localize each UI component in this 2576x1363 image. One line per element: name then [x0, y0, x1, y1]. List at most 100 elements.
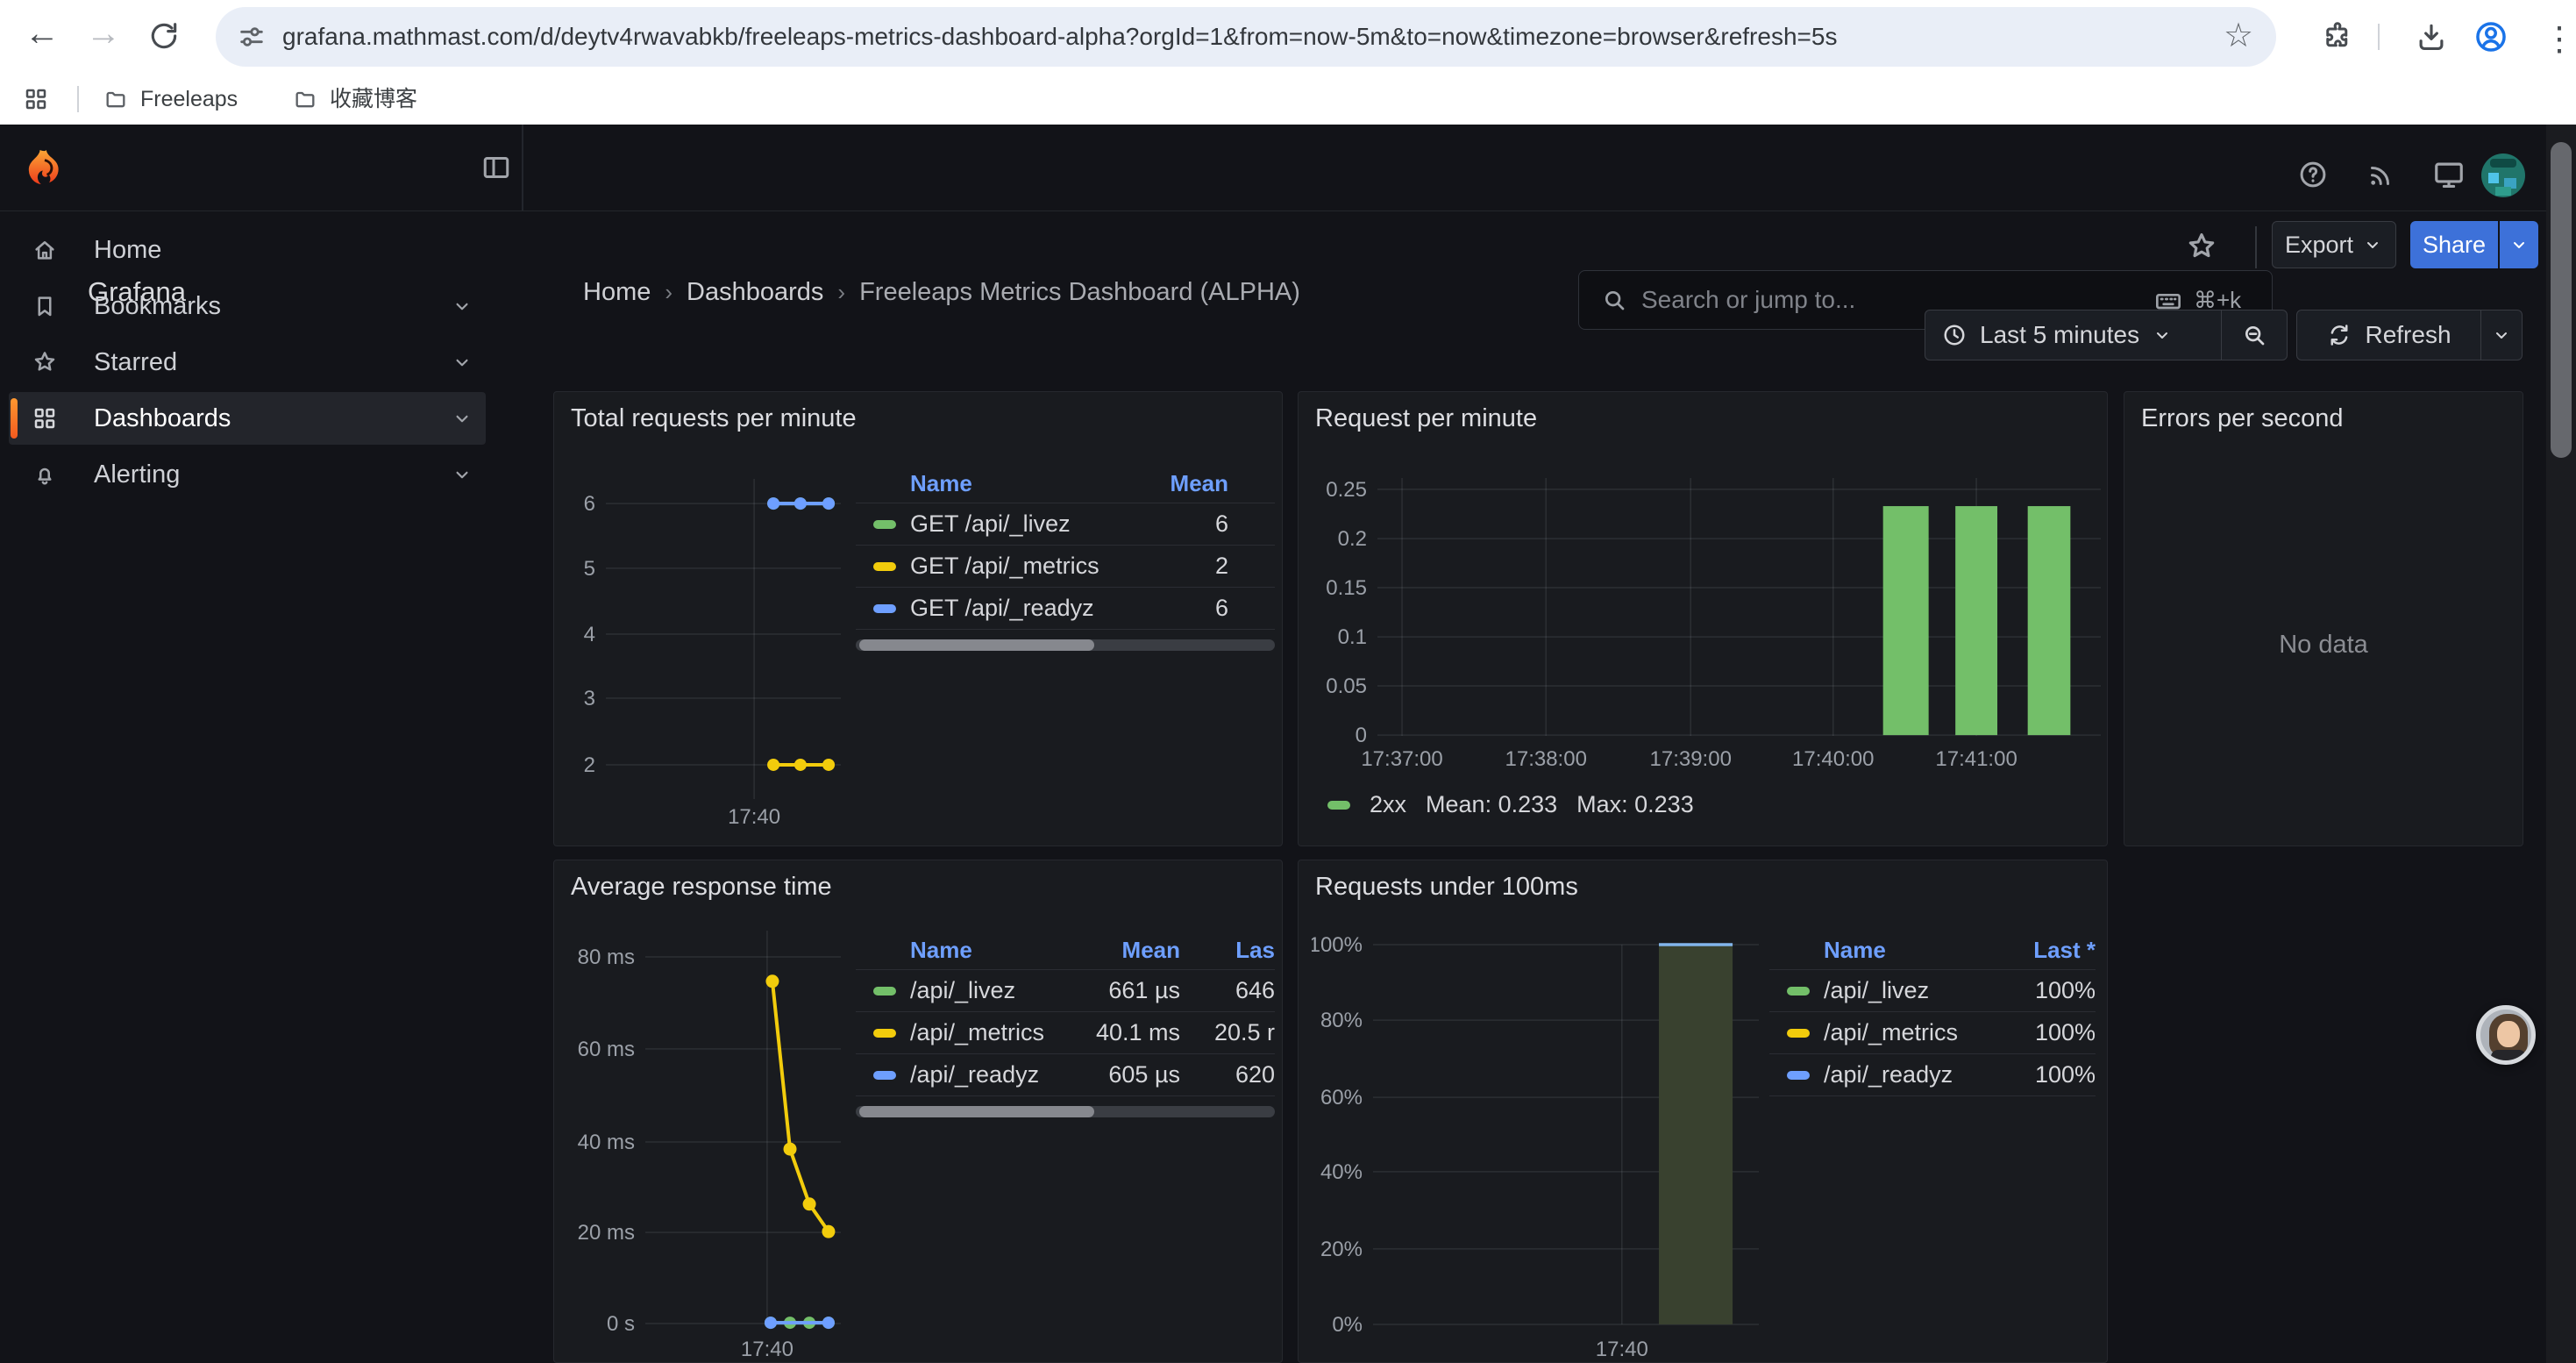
series-color-dash	[873, 604, 896, 613]
series-name[interactable]: /api/_metrics	[910, 1019, 1057, 1046]
legend-row[interactable]: /api/_metrics 100%	[1769, 1012, 2096, 1054]
svg-text:6: 6	[584, 492, 595, 516]
bookmark-folder-blogs[interactable]: 收藏博客	[293, 74, 417, 125]
kiosk-monitor-icon[interactable]	[2432, 158, 2466, 191]
chevron-down-icon[interactable]	[451, 295, 473, 318]
sidebar-item-home[interactable]: Home	[9, 224, 486, 276]
legend-row[interactable]: GET /api/_readyz 6	[856, 588, 1275, 630]
legend-scrollbar[interactable]	[856, 1106, 1275, 1117]
sidebar-item-dashboards[interactable]: Dashboards	[9, 392, 486, 445]
panel-title[interactable]: Total requests per minute	[571, 404, 857, 433]
sidebar-item-alerting[interactable]: Alerting	[9, 448, 486, 501]
screen: ← → grafana.mathmast.com/d/deytv4rwavabk…	[0, 0, 2576, 1363]
share-button[interactable]: Share	[2410, 221, 2498, 268]
sidebar-item-bookmarks[interactable]: Bookmarks	[9, 280, 486, 332]
legend-col-name[interactable]: Name	[910, 937, 1057, 964]
series-name[interactable]: /api/_livez	[1824, 977, 1999, 1004]
series-name[interactable]: GET /api/_livez	[910, 510, 1141, 538]
series-name[interactable]: /api/_readyz	[910, 1061, 1057, 1088]
no-data-message: No data	[2124, 631, 2523, 660]
browser-back-icon[interactable]: ←	[25, 14, 60, 54]
bookmark-star-icon[interactable]: ☆	[2224, 7, 2253, 67]
refresh-interval-button[interactable]	[2480, 310, 2522, 360]
user-avatar[interactable]	[2481, 153, 2525, 197]
time-range-picker[interactable]: Last 5 minutes	[1925, 310, 2221, 360]
request-per-minute-chart[interactable]: 0.250.20.150.10.05017:37:0017:38:0017:39…	[1312, 471, 2105, 780]
browser-forward-icon[interactable]: →	[86, 14, 121, 54]
chevron-down-icon[interactable]	[451, 463, 473, 486]
scrollbar-thumb[interactable]	[859, 1106, 1094, 1117]
total-requests-chart[interactable]: 6543217:40	[567, 475, 848, 843]
svg-text:17:40: 17:40	[1596, 1338, 1648, 1359]
legend-table: Name Mean Las /api/_livez 661 µs 646 /ap…	[856, 931, 1275, 1117]
avg-response-time-chart[interactable]: 80 ms60 ms40 ms20 ms0 s17:40	[567, 922, 848, 1360]
requests-under-100ms-chart[interactable]: 100%80%60%40%20%0%17:40	[1312, 936, 1768, 1359]
chevron-down-icon[interactable]	[451, 407, 473, 430]
series-name[interactable]: GET /api/_metrics	[910, 553, 1141, 580]
breadcrumb-home[interactable]: Home	[583, 278, 651, 307]
legend-col-last[interactable]: Last *	[1999, 937, 2096, 964]
series-color-dash	[1787, 987, 1810, 995]
sidebar-item-label: Home	[94, 236, 161, 265]
sidebar-item-label: Starred	[94, 348, 177, 377]
refresh-button[interactable]: Refresh	[2297, 310, 2480, 360]
legend-col-name[interactable]: Name	[910, 470, 1141, 497]
nav-divider	[522, 125, 523, 211]
scrollbar-thumb[interactable]	[859, 639, 1094, 651]
legend-col-mean[interactable]: Mean	[1141, 470, 1228, 497]
legend-row[interactable]: /api/_livez 100%	[1769, 970, 2096, 1012]
legend-row[interactable]: /api/_readyz 100%	[1769, 1054, 2096, 1096]
panel-title[interactable]: Request per minute	[1315, 404, 1537, 433]
zoom-out-button[interactable]	[2221, 310, 2287, 360]
refresh-sync-icon	[2326, 322, 2352, 348]
panel-title[interactable]: Requests under 100ms	[1315, 873, 1578, 902]
series-name[interactable]: /api/_livez	[910, 977, 1057, 1004]
apps-grid-icon[interactable]	[23, 86, 49, 112]
legend-inline[interactable]: 2xx Mean: 0.233 Max: 0.233	[1327, 791, 1694, 818]
legend-row[interactable]: GET /api/_livez 6	[856, 503, 1275, 546]
legend-scrollbar[interactable]	[856, 639, 1275, 651]
bookmark-folder-freeleaps[interactable]: Freeleaps	[103, 74, 238, 125]
legend-row[interactable]: GET /api/_metrics 2	[856, 546, 1275, 588]
series-name[interactable]: /api/_metrics	[1824, 1019, 1999, 1046]
news-rss-icon[interactable]	[2366, 159, 2397, 190]
legend-col-mean[interactable]: Mean	[1057, 937, 1180, 964]
legend-row[interactable]: /api/_readyz 605 µs 620	[856, 1054, 1275, 1096]
series-name[interactable]: GET /api/_readyz	[910, 595, 1141, 622]
legend-row[interactable]: /api/_livez 661 µs 646	[856, 970, 1275, 1012]
legend-col-name[interactable]: Name	[1824, 937, 1999, 964]
browser-reload-icon[interactable]	[147, 19, 181, 53]
bookmarks-bar: Freeleaps 收藏博客	[0, 74, 2576, 125]
series-name[interactable]: 2xx	[1370, 791, 1406, 818]
series-mean: Mean: 0.233	[1426, 791, 1557, 818]
panel-total-requests: Total requests per minute 6543217:40 Nam…	[553, 391, 1283, 846]
legend-row[interactable]: /api/_metrics 40.1 ms 20.5 r	[856, 1012, 1275, 1054]
share-menu-button[interactable]	[2500, 221, 2538, 268]
profile-icon[interactable]	[2473, 18, 2509, 55]
page-scrollbar-thumb[interactable]	[2551, 142, 2572, 458]
favorite-star-icon[interactable]	[2185, 230, 2218, 263]
export-button[interactable]: Export	[2272, 221, 2396, 268]
assistant-avatar[interactable]	[2476, 1005, 2536, 1065]
extensions-icon[interactable]	[2322, 21, 2353, 53]
panel-title[interactable]: Errors per second	[2141, 404, 2344, 433]
chevron-down-icon[interactable]	[451, 351, 473, 374]
chevron-down-icon	[2362, 234, 2383, 255]
sidebar-item-label: Alerting	[94, 460, 180, 489]
series-last: 646	[1180, 977, 1275, 1004]
svg-text:0.25: 0.25	[1326, 478, 1367, 502]
downloads-icon[interactable]	[2415, 20, 2448, 54]
refresh-group: Refresh	[2296, 310, 2523, 360]
grafana-logo-icon[interactable]	[23, 146, 67, 191]
site-settings-icon[interactable]	[237, 22, 267, 52]
sidebar-toggle-icon[interactable]	[480, 152, 512, 183]
series-name[interactable]: /api/_readyz	[1824, 1061, 1999, 1088]
breadcrumb-dashboards[interactable]: Dashboards	[687, 278, 823, 307]
series-color-dash	[1327, 801, 1350, 810]
sidebar-item-starred[interactable]: Starred	[9, 336, 486, 389]
panel-title[interactable]: Average response time	[571, 873, 832, 902]
help-icon[interactable]	[2297, 159, 2329, 190]
browser-menu-icon[interactable]: ⋮	[2543, 19, 2576, 59]
url-text[interactable]: grafana.mathmast.com/d/deytv4rwavabkb/fr…	[282, 7, 1837, 67]
legend-col-last[interactable]: Las	[1180, 937, 1275, 964]
